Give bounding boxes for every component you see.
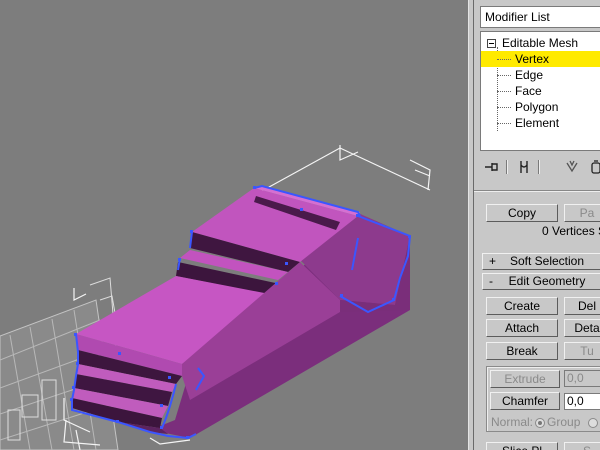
slice-plane-button[interactable]: Slice Pl: [486, 442, 558, 450]
subobject-label: Element: [515, 116, 560, 130]
subobject-label: Vertex: [515, 52, 550, 66]
stack-root-label: Editable Mesh: [502, 36, 579, 50]
editable-mesh-object: [72, 186, 410, 438]
extrude-button[interactable]: Extrude: [490, 370, 560, 388]
chamfer-amount-field[interactable]: 0,0: [564, 393, 600, 410]
turn-button[interactable]: Tu: [564, 342, 600, 360]
chamfer-button[interactable]: Chamfer: [490, 392, 560, 410]
rollout-title: Soft Selection: [509, 254, 585, 268]
delete-button[interactable]: Del: [564, 297, 600, 315]
slice-button[interactable]: S: [564, 442, 600, 450]
stack-subobject-element[interactable]: Element: [481, 115, 600, 131]
stack-item-editable-mesh[interactable]: Editable Mesh: [487, 35, 578, 51]
create-button[interactable]: Create: [486, 297, 558, 315]
perspective-viewport[interactable]: [0, 0, 468, 450]
selection-status-text: 0 Vertices Se: [542, 224, 600, 238]
modifier-list-dropdown[interactable]: Modifier List: [480, 6, 600, 28]
paste-button[interactable]: Pa: [564, 204, 600, 222]
collapse-icon[interactable]: [487, 39, 496, 49]
extrude-amount-field[interactable]: 0,0: [564, 370, 600, 387]
stack-subobject-polygon[interactable]: Polygon: [481, 99, 600, 115]
modifier-stack-toolbar: [480, 158, 600, 178]
group-label: Group: [547, 415, 581, 429]
subobject-label: Polygon: [515, 100, 559, 114]
rollout-title: Edit Geometry: [508, 274, 586, 288]
show-end-result-icon[interactable]: [514, 158, 534, 176]
make-unique-icon[interactable]: [562, 158, 582, 176]
subobject-label: Edge: [515, 68, 544, 82]
stack-subobject-edge[interactable]: Edge: [481, 67, 600, 83]
subobject-label: Face: [515, 84, 542, 98]
modify-command-panel: Modifier List Editable Mesh Vertex Edge …: [474, 0, 600, 450]
edit-geometry-rollout[interactable]: - Edit Geometry: [482, 273, 600, 290]
normal-mode-row: Normal: Group: [491, 415, 600, 429]
modifier-stack[interactable]: Editable Mesh Vertex Edge Face Polygon E…: [480, 31, 600, 151]
normal-local-radio[interactable]: [587, 417, 598, 428]
pin-stack-icon[interactable]: [482, 158, 502, 176]
break-button[interactable]: Break: [486, 342, 558, 360]
copy-button[interactable]: Copy: [486, 204, 558, 222]
toolbar-separator: [506, 160, 508, 174]
normal-label: Normal:: [491, 415, 534, 429]
soft-selection-rollout[interactable]: + Soft Selection: [482, 253, 600, 270]
stack-subobject-vertex[interactable]: Vertex: [481, 51, 600, 67]
normal-group-radio[interactable]: [535, 417, 546, 428]
remove-modifier-icon[interactable]: [586, 158, 600, 176]
stack-subobject-face[interactable]: Face: [481, 83, 600, 99]
detach-button[interactable]: Deta: [564, 319, 600, 337]
panel-divider: [474, 190, 600, 192]
modifier-list-label: Modifier List: [485, 10, 550, 24]
viewport-scene: [0, 145, 431, 450]
toolbar-separator: [538, 160, 540, 174]
attach-button[interactable]: Attach: [486, 319, 558, 337]
